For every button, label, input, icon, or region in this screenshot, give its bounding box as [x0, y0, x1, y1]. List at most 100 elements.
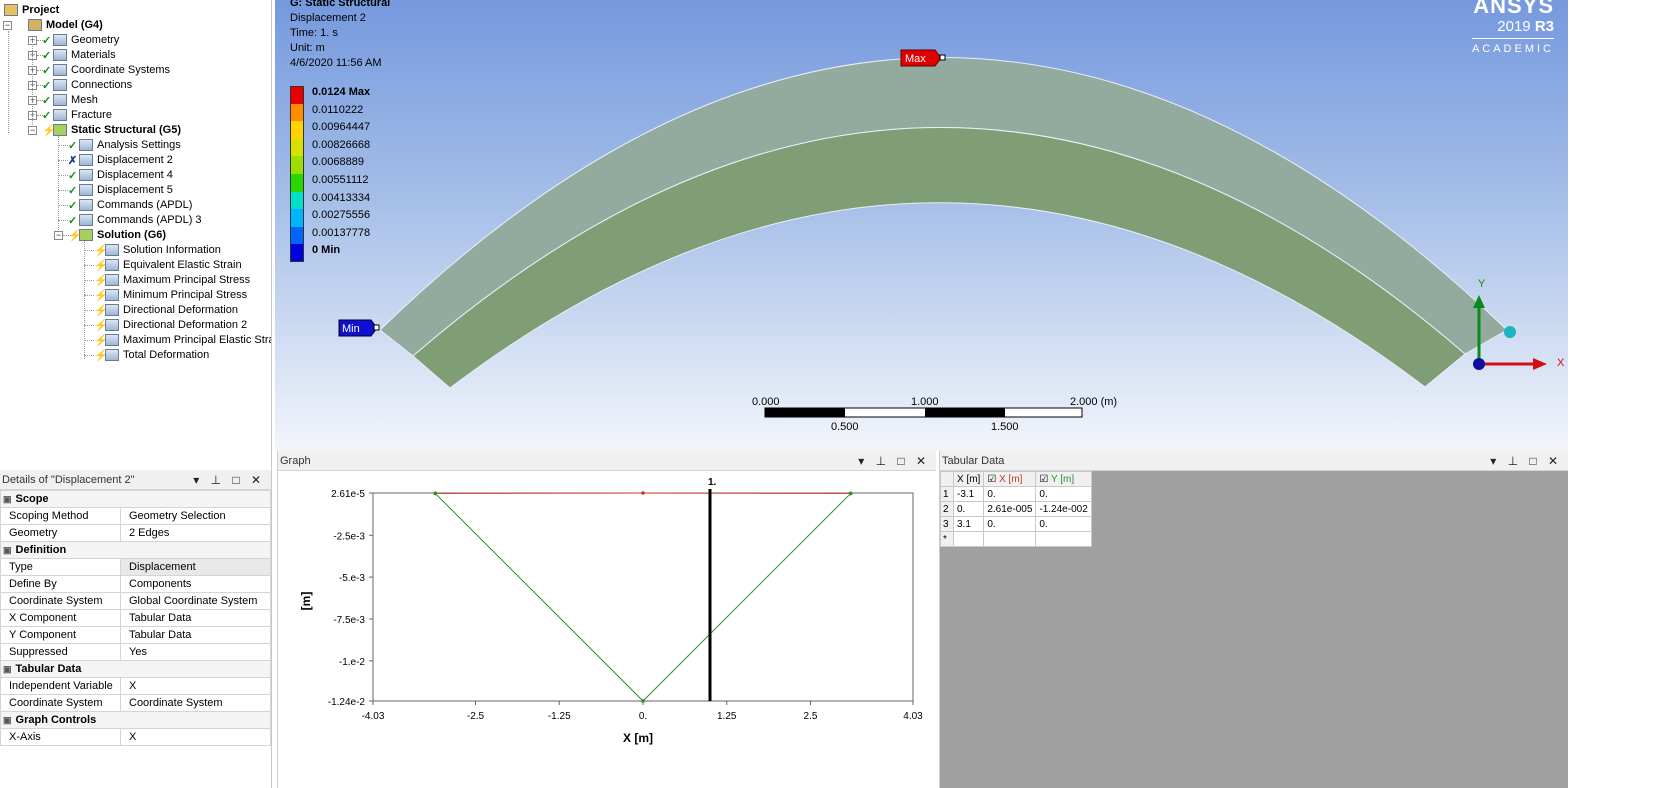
tree-node-static-child[interactable]: ✓ Displacement 5	[68, 182, 173, 198]
details-row-value[interactable]: 2 Edges	[120, 524, 271, 542]
details-section-row[interactable]: ▣ Tabular Data	[0, 660, 271, 678]
tree-node-result[interactable]: ⚡ Total Deformation	[94, 347, 209, 363]
details-panel-header: Details of "Displacement 2" ▾ ⊥ □ ✕	[0, 470, 271, 490]
tree-node-solution[interactable]: ⚡ Solution (G6)	[68, 227, 166, 243]
tree-node-connections[interactable]: ✓ Connections	[42, 77, 132, 93]
details-section-row[interactable]: ▣ Scope	[0, 490, 271, 508]
check-mark-icon: ✓	[42, 79, 52, 92]
details-row-value[interactable]: X	[120, 728, 271, 746]
details-row[interactable]: Suppressed Yes	[0, 643, 271, 661]
tree-node-label: Displacement 5	[97, 184, 173, 196]
graph-panel-controls[interactable]: ▾ ⊥ □ ✕	[858, 454, 930, 468]
tree-node-label: Solution (G6)	[97, 229, 167, 241]
collapse-icon[interactable]: −	[3, 21, 12, 30]
collapse-icon[interactable]: −	[54, 231, 63, 240]
tabular-cell[interactable]: 0.	[1035, 486, 1092, 502]
commands-icon	[79, 214, 93, 226]
tabular-row[interactable]: 2 0. 2.61e-005 -1.24e-002	[940, 501, 1092, 517]
details-row[interactable]: Coordinate System Global Coordinate Syste…	[0, 592, 271, 610]
details-section-row[interactable]: ▣ Graph Controls	[0, 711, 271, 729]
check-mark-icon: ✓	[68, 139, 78, 152]
graph-chart[interactable]: 2.61e-5 -2.5e-3 -5.e-3 -7.5e-3 -1.e-2 -1.24e-…	[278, 471, 936, 788]
details-row-value[interactable]: Components	[120, 575, 271, 593]
tabular-column-header[interactable]: X [m]	[952, 471, 985, 487]
details-row[interactable]: Scoping Method Geometry Selection	[0, 507, 271, 525]
tree-node-static-child[interactable]: ✗ Displacement 2	[68, 152, 173, 168]
tabular-cell[interactable]	[983, 531, 1037, 547]
tree-node-result[interactable]: ⚡ Directional Deformation 2	[94, 317, 247, 333]
tree-node-result[interactable]: ⚡ Equivalent Elastic Strain	[94, 257, 242, 273]
checkbox-icon[interactable]: ☑	[987, 474, 999, 485]
details-row[interactable]: X-Axis X	[0, 728, 271, 746]
checkbox-icon[interactable]: ☑	[1039, 474, 1051, 485]
collapse-icon[interactable]: ▣	[3, 664, 12, 674]
tabular-cell[interactable]: 0.	[983, 516, 1037, 532]
graphics-viewport[interactable]: G: Static Structural Displacement 2 Time…	[275, 0, 1568, 451]
details-row[interactable]: Y Component Tabular Data	[0, 626, 271, 644]
tree-node-label: Analysis Settings	[97, 139, 181, 151]
tree-node-static-child[interactable]: ✓ Commands (APDL)	[68, 197, 192, 213]
tree-node-mesh[interactable]: ✓ Mesh	[42, 92, 98, 108]
tabular-cell[interactable]: -1.24e-002	[1035, 501, 1092, 517]
tree-node-model[interactable]: Model (G4)	[28, 17, 103, 33]
details-row-value[interactable]: Tabular Data	[120, 626, 271, 644]
collapse-icon[interactable]: ▣	[3, 715, 12, 725]
details-row-value[interactable]: Geometry Selection	[120, 507, 271, 525]
tree-node-materials[interactable]: ✓ Materials	[42, 47, 116, 63]
panel-controls[interactable]: ▾ ⊥ □ ✕	[193, 473, 265, 487]
tree-node-result[interactable]: ⚡ Minimum Principal Stress	[94, 287, 247, 303]
tabular-cell[interactable]: 2.61e-005	[983, 501, 1037, 517]
collapse-icon[interactable]: −	[28, 126, 37, 135]
tree-node-result[interactable]: ⚡ Directional Deformation	[94, 302, 238, 318]
lightning-icon: ⚡	[94, 334, 108, 347]
tabular-cell[interactable]	[952, 531, 985, 547]
tabular-data-table[interactable]: X [m] ☑ X [m] ☑ Y [m] 1 -3.1 0. 0. 2 0. 2.61e-005…	[940, 471, 1092, 547]
details-row-value[interactable]: Displacement	[120, 558, 271, 576]
solution-information-icon	[105, 244, 119, 256]
tree-node-static-structural[interactable]: ⚡ Static Structural (G5)	[42, 122, 181, 138]
tree-node-result[interactable]: ⚡ Solution Information	[94, 242, 221, 258]
lightning-icon: ⚡	[94, 244, 108, 257]
tabular-cell[interactable]: 0.	[983, 486, 1037, 502]
details-row[interactable]: X Component Tabular Data	[0, 609, 271, 627]
tree-node-static-child[interactable]: ✓ Displacement 4	[68, 167, 173, 183]
tree-guide-line	[84, 325, 94, 326]
tree-node-coordinate-systems[interactable]: ✓ Coordinate Systems	[42, 62, 170, 78]
tree-node-label: Project	[22, 4, 60, 16]
tabular-row[interactable]: 3 3.1 0. 0.	[940, 516, 1092, 532]
tabular-cell[interactable]	[1035, 531, 1092, 547]
corner-cell	[940, 471, 954, 487]
details-row[interactable]: Independent Variable X	[0, 677, 271, 695]
details-row-value[interactable]: Tabular Data	[120, 609, 271, 627]
x-tick-label: -1.25	[548, 711, 571, 722]
tabular-cell[interactable]: 0.	[1035, 516, 1092, 532]
tabular-row[interactable]: 1 -3.1 0. 0.	[940, 486, 1092, 502]
tree-node-result[interactable]: ⚡ Maximum Principal Elastic Strain	[94, 332, 271, 348]
collapse-icon[interactable]: ▣	[3, 494, 12, 504]
tabular-column-header[interactable]: ☑ X [m]	[983, 471, 1037, 487]
details-row[interactable]: Coordinate System Coordinate System	[0, 694, 271, 712]
details-row-value[interactable]: Global Coordinate System	[120, 592, 271, 610]
tabular-cell[interactable]: 0.	[952, 501, 985, 517]
tabular-panel-controls[interactable]: ▾ ⊥ □ ✕	[1490, 454, 1562, 468]
details-row-value[interactable]: Yes	[120, 643, 271, 661]
result-icon	[105, 334, 119, 346]
details-row-value[interactable]: Coordinate System	[120, 694, 271, 712]
tree-node-geometry[interactable]: ✓ Geometry	[42, 32, 119, 48]
tree-node-result[interactable]: ⚡ Maximum Principal Stress	[94, 272, 250, 288]
tabular-cell[interactable]: 3.1	[952, 516, 985, 532]
tree-node-fracture[interactable]: ✓ Fracture	[42, 107, 112, 123]
details-row-value[interactable]: X	[120, 677, 271, 695]
tree-node-project[interactable]: Project	[4, 2, 59, 18]
details-row[interactable]: Geometry 2 Edges	[0, 524, 271, 542]
tree-node-static-child[interactable]: ✓ Commands (APDL) 3	[68, 212, 202, 228]
lightning-icon: ⚡	[94, 274, 108, 287]
collapse-icon[interactable]: ▣	[3, 545, 12, 555]
details-section-row[interactable]: ▣ Definition	[0, 541, 271, 559]
details-row[interactable]: Type Displacement	[0, 558, 271, 576]
tree-node-static-child[interactable]: ✓ Analysis Settings	[68, 137, 181, 153]
details-row[interactable]: Define By Components	[0, 575, 271, 593]
tabular-row[interactable]: *	[940, 531, 1092, 547]
tabular-cell[interactable]: -3.1	[952, 486, 985, 502]
tabular-column-header[interactable]: ☑ Y [m]	[1035, 471, 1092, 487]
